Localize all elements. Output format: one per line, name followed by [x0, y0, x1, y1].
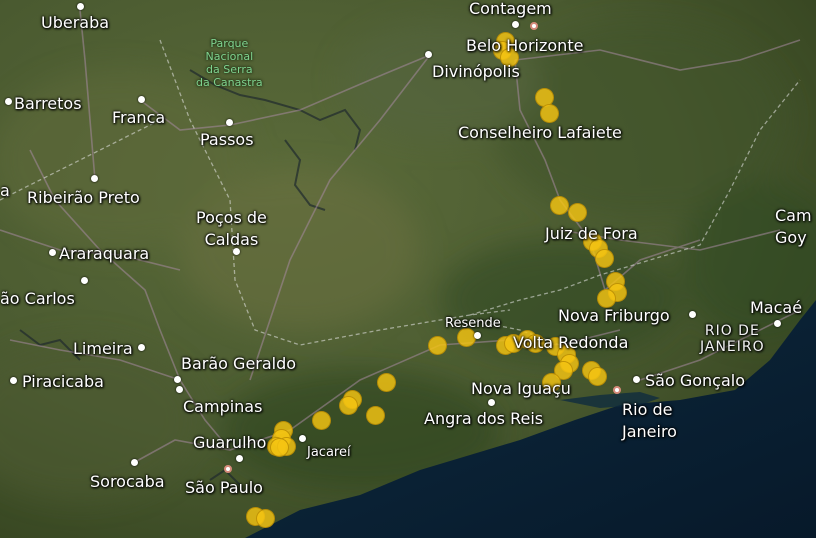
capital-marker-belo-horizonte — [530, 22, 538, 30]
city-dot-uberaba — [77, 3, 84, 10]
city-dot-nova-friburgo — [689, 311, 696, 318]
city-label-passos: Passos — [200, 130, 254, 149]
city-dot-sao-goncalo — [633, 376, 640, 383]
city-dot-barao-geraldo — [174, 376, 181, 383]
city-dot-campinas — [176, 386, 183, 393]
location-marker[interactable] — [427, 335, 447, 355]
city-label-sao-carlos: ão Carlos — [0, 289, 75, 308]
location-marker[interactable] — [594, 248, 614, 268]
park-label-serra-da-canastra: Parque Nacional da Serra da Canastra — [196, 37, 263, 89]
city-dot-barretos — [5, 98, 12, 105]
city-label-rio-de-janeiro: Rio de Janeiro — [622, 400, 677, 441]
city-dot-passos — [226, 119, 233, 126]
city-dot-nova-iguacu — [488, 399, 495, 406]
city-label-belo-horizonte: Belo Horizonte — [466, 36, 584, 55]
city-label-sorocaba: Sorocaba — [90, 472, 165, 491]
city-label-angra-dos-reis: Angra dos Reis — [424, 409, 544, 428]
city-label-limeira: Limeira — [73, 339, 133, 358]
location-marker[interactable] — [311, 410, 331, 430]
city-label-juiz-de-fora: Juiz de Fora — [545, 224, 638, 243]
capital-marker-rio-de-janeiro — [613, 386, 621, 394]
city-dot-resende — [474, 332, 481, 339]
city-label-guarulhos: Guarulho — [193, 433, 267, 452]
city-label-sao-paulo: São Paulo — [185, 478, 263, 497]
city-label-volta-redonda: Volta Redonda — [513, 333, 629, 352]
city-label-resende: Resende — [445, 316, 501, 331]
map-canvas[interactable]: Uberaba Contagem Belo Horizonte Divinópo… — [0, 0, 816, 538]
city-dot-piracicaba — [10, 377, 17, 384]
city-dot-macae — [774, 320, 781, 327]
city-dot-divinopolis — [425, 51, 432, 58]
city-label-barao-geraldo: Barão Geraldo — [181, 354, 297, 373]
location-marker[interactable] — [255, 508, 275, 528]
city-label-macae: Macaé — [750, 298, 803, 317]
city-label-piracicaba: Piracicaba — [22, 372, 104, 391]
capital-marker-sao-paulo — [224, 465, 232, 473]
city-dot-guarulhos — [236, 455, 243, 462]
city-label-conselheiro-lafaiete: Conselheiro Lafaiete — [458, 123, 622, 142]
location-marker[interactable] — [269, 437, 289, 457]
city-dot-limeira — [138, 344, 145, 351]
location-marker[interactable] — [596, 288, 616, 308]
city-label-sao-goncalo: São Gonçalo — [645, 371, 745, 390]
city-dot-ribeirao-preto — [91, 175, 98, 182]
city-label-barretos: Barretos — [14, 94, 82, 113]
location-marker[interactable] — [587, 366, 607, 386]
city-label-franca: Franca — [112, 108, 166, 127]
city-dot-araraquara — [49, 249, 56, 256]
city-dot-franca — [138, 96, 145, 103]
city-label-jacarei: Jacareí — [307, 445, 351, 460]
location-marker[interactable] — [365, 405, 385, 425]
city-dot-sorocaba — [131, 459, 138, 466]
city-label-araraquara: Araraquara — [59, 244, 150, 263]
city-dot-sao-carlos — [81, 277, 88, 284]
city-label-contagem: Contagem — [469, 0, 552, 18]
city-label-nova-iguacu: Nova Iguaçu — [471, 379, 571, 398]
satellite-basemap — [0, 0, 816, 538]
city-label-edge-a: a — [0, 181, 10, 200]
city-label-ribeirao-preto: Ribeirão Preto — [27, 188, 140, 207]
city-dot-contagem — [512, 21, 519, 28]
city-label-campinas: Campinas — [183, 397, 263, 416]
city-label-uberaba: Uberaba — [41, 13, 110, 32]
location-marker[interactable] — [567, 202, 587, 222]
location-marker[interactable] — [539, 103, 559, 123]
location-marker[interactable] — [338, 395, 358, 415]
city-label-pocos-de-caldas: Poços de Caldas — [196, 208, 267, 249]
state-label-rio-de-janeiro: RIO DE JANEIRO — [700, 323, 765, 355]
location-marker[interactable] — [549, 195, 569, 215]
city-label-divinopolis: Divinópolis — [432, 62, 520, 81]
city-label-campos-goy: Cam Goy — [775, 206, 812, 247]
city-label-nova-friburgo: Nova Friburgo — [558, 306, 670, 325]
city-dot-jacarei — [299, 435, 306, 442]
location-marker[interactable] — [376, 372, 396, 392]
